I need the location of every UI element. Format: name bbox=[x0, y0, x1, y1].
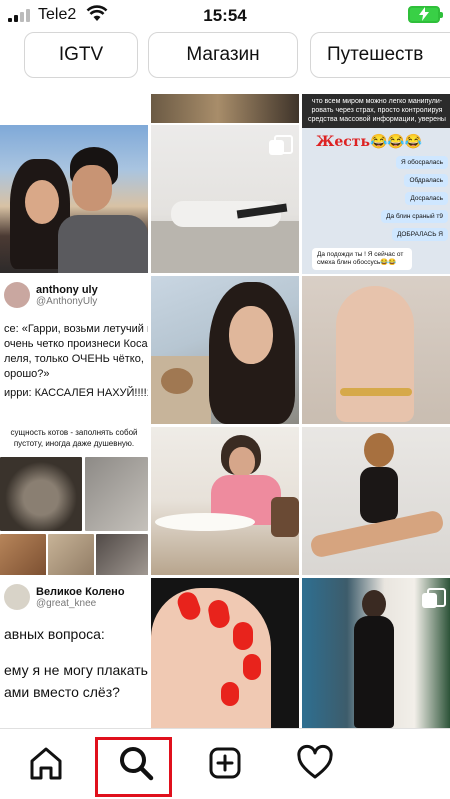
chip-travel[interactable]: Путешеств bbox=[310, 32, 450, 78]
chat-bubble: Да блин сраный т9 bbox=[381, 210, 448, 223]
tweet-avatar bbox=[4, 282, 30, 308]
clock: 15:54 bbox=[203, 6, 247, 25]
battery-icon bbox=[408, 6, 443, 23]
chat-bubble: Досралась bbox=[405, 192, 448, 205]
chip-shop[interactable]: Магазин bbox=[148, 32, 298, 78]
grid-post-top-left[interactable] bbox=[0, 94, 148, 123]
chip-igtv[interactable]: IGTV bbox=[24, 32, 138, 78]
tweet-author-handle: @AnthonyUly bbox=[36, 295, 98, 307]
chat-bubble: ДОБРАЛАСЬ Я bbox=[391, 228, 448, 241]
status-bar: Tele2 15:54 bbox=[0, 0, 450, 30]
category-chips: IGTV Магазин Путешеств bbox=[0, 30, 450, 92]
chat-title: Жесть😂😂😂 bbox=[316, 134, 423, 150]
cats-meme-caption: сущность котов - заполнять собой пустоту… bbox=[0, 427, 148, 453]
grid-post-woman-black-dress[interactable] bbox=[302, 578, 450, 728]
grid-post-top-middle[interactable] bbox=[151, 94, 299, 123]
home-icon[interactable] bbox=[24, 741, 68, 785]
chat-bubble: Я обосралась bbox=[396, 156, 448, 169]
grid-post-red-nails[interactable] bbox=[151, 578, 299, 728]
tweet-text-line: авных вопроса: bbox=[4, 626, 105, 642]
tweet-text-line: леля, только ОЧЕНЬ чётко, bbox=[4, 353, 144, 365]
multiple-photos-icon bbox=[269, 135, 293, 155]
grid-post-hands-nails[interactable] bbox=[302, 276, 450, 424]
grid-post-cats-meme[interactable]: сущность котов - заполнять собой пустоту… bbox=[0, 427, 148, 575]
grid-post-couple-selfie[interactable] bbox=[0, 125, 148, 273]
tweet-text-line: очень четко произнеси Косая bbox=[4, 338, 148, 350]
tweet-author-name: anthony uly bbox=[36, 283, 98, 296]
new-post-icon[interactable] bbox=[203, 741, 247, 785]
multiple-photos-icon bbox=[422, 588, 446, 608]
chat-bubble: Да подожди ты ! Я сейчас от смеха блин о… bbox=[312, 248, 412, 270]
chat-header-text: что всем миром можно легко манипули- ров… bbox=[302, 94, 450, 128]
cats-collage bbox=[0, 457, 148, 575]
heart-icon[interactable] bbox=[293, 741, 337, 785]
chat-bubble: Обдралась bbox=[404, 174, 448, 187]
grid-post-woman-sofa[interactable] bbox=[151, 125, 299, 273]
tweet-author-handle: @great_knee bbox=[36, 597, 97, 609]
grid-post-tweet-harry[interactable]: anthony uly @AnthonyUly се: «Гарри, возь… bbox=[0, 276, 148, 424]
chat-body: Жесть😂😂😂 Я обосралась Обдралась Досралас… bbox=[302, 128, 450, 274]
tweet-text-line: ирри: КАССАЛЕЯ НАХУЙ!!!!1!. bbox=[4, 387, 148, 399]
grid-post-tweet-knee[interactable]: Великое Колено @great_knee авных вопроса… bbox=[0, 578, 148, 728]
search-tab-highlight bbox=[95, 737, 172, 797]
grid-post-woman-selfie[interactable] bbox=[151, 276, 299, 424]
grid-post-woman-cafe[interactable] bbox=[151, 427, 299, 575]
grid-post-woman-lingerie[interactable] bbox=[302, 427, 450, 575]
explore-grid: что всем миром можно легко манипули- ров… bbox=[0, 94, 450, 728]
tweet-author-name: Великое Колено bbox=[36, 585, 125, 598]
grid-post-chat-screenshot[interactable]: что всем миром можно легко манипули- ров… bbox=[302, 94, 450, 274]
bottom-tab-bar bbox=[0, 728, 450, 799]
tweet-text-line: се: «Гарри, возьми летучий пор bbox=[4, 323, 148, 335]
tweet-text-line: ами вместо слёз? bbox=[4, 684, 120, 700]
tweet-text-line: орошо?» bbox=[4, 368, 50, 380]
tweet-text-line: ему я не могу плакать bbox=[4, 662, 148, 678]
tweet-avatar bbox=[4, 584, 30, 610]
